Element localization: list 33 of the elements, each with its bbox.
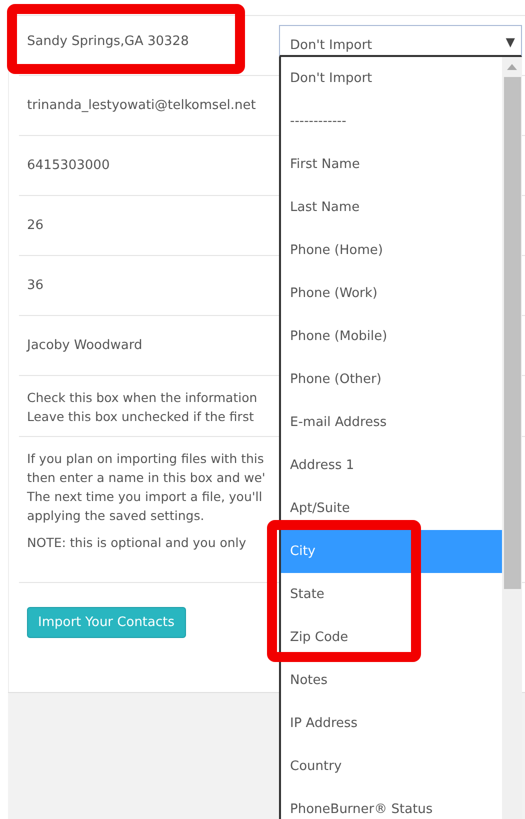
dropdown-option[interactable]: Phone (Other) [281, 358, 502, 401]
dropdown-option[interactable]: Don't Import [281, 57, 502, 100]
field-value: 6415303000 [27, 158, 110, 173]
mapping-select[interactable]: Don't Import ▼ [279, 25, 522, 57]
help-text: Leave this box unchecked if the first [27, 408, 254, 426]
dropdown-option[interactable]: PhoneBurner® Status [281, 788, 502, 819]
dropdown-option[interactable]: IP Address [281, 702, 502, 745]
dropdown-option[interactable]: Country [281, 745, 502, 788]
scrollbar-thumb[interactable] [504, 77, 520, 589]
help-text: Check this box when the information [27, 389, 258, 407]
dropdown-option[interactable]: Address 1 [281, 444, 502, 487]
scrollbar[interactable] [502, 57, 522, 819]
help-text: NOTE: this is optional and you only [27, 534, 246, 552]
field-value: Jacoby Woodward [27, 338, 142, 353]
help-text: The next time you import a file, you'll [27, 488, 262, 506]
dropdown-option[interactable]: Zip Code [281, 616, 502, 659]
dropdown-option[interactable]: Notes [281, 659, 502, 702]
dropdown-option[interactable]: Phone (Work) [281, 272, 502, 315]
dropdown-option[interactable]: E-mail Address [281, 401, 502, 444]
help-text: applying the saved settings. [27, 507, 204, 525]
field-value: 26 [27, 218, 44, 233]
dropdown-option[interactable]: Last Name [281, 186, 502, 229]
field-value: trinanda_lestyowati@telkomsel.net [27, 98, 256, 113]
dropdown-option[interactable]: First Name [281, 143, 502, 186]
help-text: then enter a name in this box and we' [27, 469, 266, 487]
dropdown-option[interactable]: State [281, 573, 502, 616]
dropdown-option[interactable]: ------------ [281, 100, 502, 143]
dropdown-option[interactable]: Phone (Home) [281, 229, 502, 272]
help-text: If you plan on importing files with this [27, 450, 264, 468]
dropdown-option[interactable]: Phone (Mobile) [281, 315, 502, 358]
field-value: 36 [27, 278, 44, 293]
dropdown-option[interactable]: Apt/Suite [281, 487, 502, 530]
scroll-up-icon[interactable] [507, 64, 517, 70]
